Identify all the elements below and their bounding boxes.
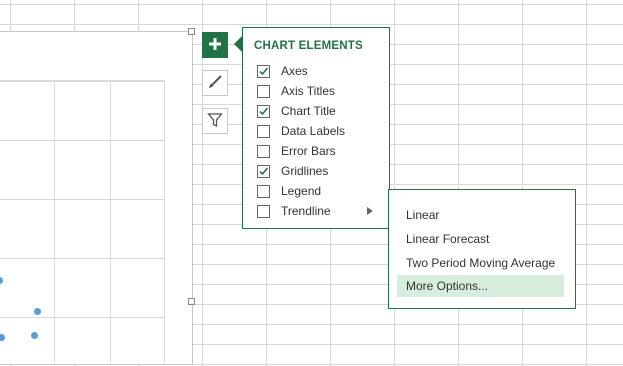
panel-pointer xyxy=(234,36,242,52)
chart-resize-handle[interactable] xyxy=(188,28,195,35)
trendline-option-more-options[interactable]: More Options... xyxy=(397,275,564,297)
plot-area xyxy=(0,80,165,363)
trendline-option-linear-forecast[interactable]: Linear Forecast xyxy=(397,228,564,250)
trendline-option-two-period-moving-average[interactable]: Two Period Moving Average xyxy=(397,252,564,274)
chart-element-axis-titles[interactable]: Axis Titles xyxy=(257,83,385,101)
chart-element-label: Gridlines xyxy=(281,164,329,178)
brush-icon xyxy=(207,74,223,93)
submenu-arrow-icon[interactable] xyxy=(367,207,373,215)
chart-element-label: Axis Titles xyxy=(281,84,336,98)
checkbox[interactable] xyxy=(257,205,270,218)
checkbox[interactable] xyxy=(257,105,270,118)
chart-element-data-labels[interactable]: Data Labels xyxy=(257,123,385,141)
chart-element-label: Axes xyxy=(281,64,308,78)
chart-element-gridlines[interactable]: Gridlines xyxy=(257,163,385,181)
chart-elements-panel: CHART ELEMENTS Axes Axis Titles Chart Ti… xyxy=(242,27,390,229)
chart-element-chart-title[interactable]: Chart Title xyxy=(257,103,385,121)
submenu-item-label: Two Period Moving Average xyxy=(406,256,556,270)
chart-styles-button[interactable] xyxy=(202,70,228,96)
chart-element-label: Legend xyxy=(281,184,322,198)
panel-title: CHART ELEMENTS xyxy=(254,40,363,52)
chart-element-error-bars[interactable]: Error Bars xyxy=(257,143,385,161)
filter-icon xyxy=(207,112,223,131)
chart-resize-handle[interactable] xyxy=(188,298,195,305)
chart-element-trendline[interactable]: Trendline xyxy=(257,203,385,221)
checkbox[interactable] xyxy=(257,85,270,98)
chart-element-label: Error Bars xyxy=(281,144,336,158)
checkbox[interactable] xyxy=(257,165,270,178)
checkbox[interactable] xyxy=(257,145,270,158)
checkbox[interactable] xyxy=(257,185,270,198)
data-point xyxy=(34,308,41,315)
chart-element-label: Data Labels xyxy=(281,124,346,138)
plus-icon xyxy=(208,37,222,54)
submenu-item-label: Linear Forecast xyxy=(406,232,490,246)
trendline-submenu: Linear Linear Forecast Two Period Moving… xyxy=(388,189,576,309)
chart-elements-button[interactable] xyxy=(202,32,228,58)
chart-element-label: Trendline xyxy=(281,204,331,218)
chart-area[interactable] xyxy=(0,31,193,365)
submenu-item-label: Linear xyxy=(406,208,440,222)
data-point xyxy=(31,332,38,339)
trendline-option-linear[interactable]: Linear xyxy=(397,204,564,226)
chart-element-legend[interactable]: Legend xyxy=(257,183,385,201)
checkbox[interactable] xyxy=(257,65,270,78)
chart-filters-button[interactable] xyxy=(202,108,228,134)
chart-element-label: Chart Title xyxy=(281,104,336,118)
submenu-item-label: More Options... xyxy=(406,279,489,293)
chart-element-axes[interactable]: Axes xyxy=(257,63,385,81)
checkbox[interactable] xyxy=(257,125,270,138)
